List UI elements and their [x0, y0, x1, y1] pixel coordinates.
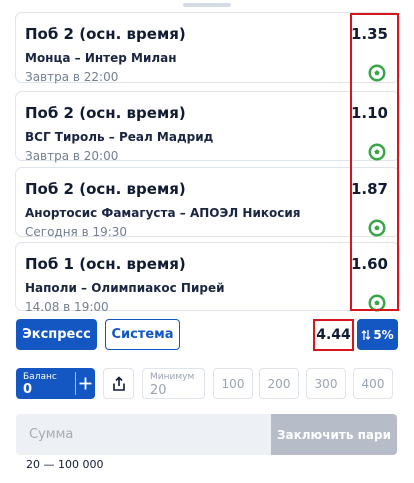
bet-card: Поб 2 (осн. время) ВСГ Тироль – Реал Мад…	[15, 91, 400, 163]
plus-icon	[79, 377, 92, 390]
bet-match: ВСГ Тироль – Реал Мадрид	[25, 130, 214, 144]
bet-title: Поб 2 (осн. время)	[25, 180, 186, 198]
odds-highlight-frame	[350, 13, 399, 311]
bet-time: Завтра в 20:00	[25, 149, 119, 163]
bet-match: Монца – Интер Милан	[25, 51, 177, 65]
bet-title: Поб 2 (осн. время)	[25, 104, 186, 122]
balance-label: Баланс	[23, 372, 57, 382]
bet-title: Поб 2 (осн. время)	[25, 25, 186, 43]
system-button[interactable]: Система	[105, 319, 180, 350]
minimum-amount[interactable]: Минимум 20	[142, 368, 205, 399]
minimum-value: 20	[150, 383, 167, 398]
total-odd: 4.44	[313, 319, 354, 351]
add-funds-button[interactable]	[76, 368, 95, 399]
sort-arrows-icon	[361, 329, 371, 340]
sum-input[interactable]	[16, 414, 271, 455]
share-button[interactable]	[103, 368, 134, 399]
quick-amount-400[interactable]: 400	[353, 368, 393, 399]
bet-match: Наполи – Олимпиакос Пирей	[25, 281, 225, 295]
bet-time: Сегодня в 19:30	[25, 225, 128, 239]
share-icon	[112, 375, 125, 391]
bet-match: Анортосис Фамагуста – АПОЭЛ Никосия	[25, 206, 301, 220]
bet-title: Поб 1 (осн. время)	[25, 255, 186, 273]
quick-amount-300[interactable]: 300	[306, 368, 346, 399]
bet-time: 14.08 в 19:00	[25, 300, 109, 314]
balance-widget[interactable]: Баланс 0	[16, 368, 95, 399]
boost-button[interactable]: 5%	[357, 319, 398, 350]
place-bet-button[interactable]: Заключить пари	[271, 414, 397, 455]
quick-amount-100[interactable]: 100	[213, 368, 253, 399]
drag-handle[interactable]	[183, 3, 231, 7]
bet-card: Поб 2 (осн. время) Монца – Интер Милан З…	[15, 12, 400, 84]
bet-card: Поб 1 (осн. время) Наполи – Олимпиакос П…	[15, 242, 400, 314]
amount-range-hint: 20 — 100 000	[26, 458, 104, 471]
bet-time: Завтра в 22:00	[25, 70, 119, 84]
bet-card: Поб 2 (осн. время) Анортосис Фамагуста –…	[15, 167, 400, 239]
minimum-label: Минимум	[150, 372, 195, 382]
express-button[interactable]: Экспресс	[16, 319, 97, 350]
boost-value: 5%	[373, 327, 394, 342]
quick-amount-200[interactable]: 200	[259, 368, 299, 399]
balance-value: 0	[23, 382, 33, 397]
